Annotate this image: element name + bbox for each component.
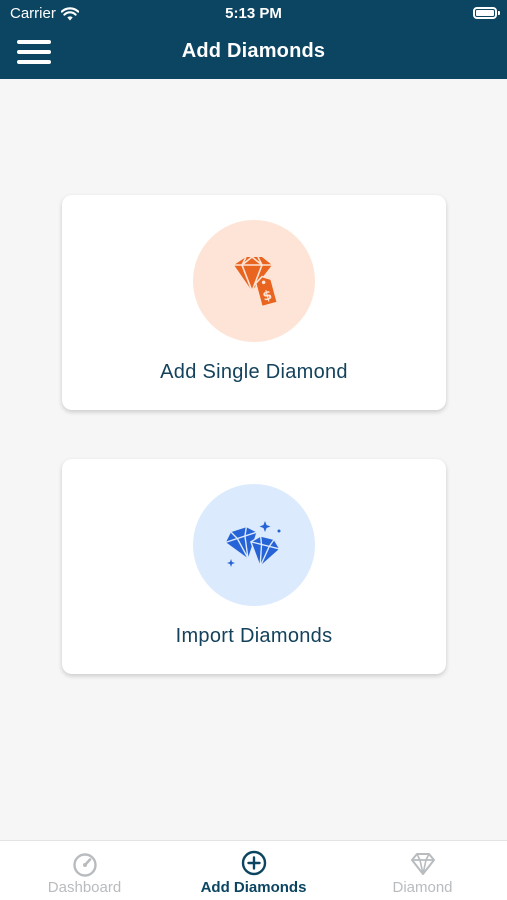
page-title: Add Diamonds xyxy=(181,40,326,62)
import-diamonds-icon-circle xyxy=(193,484,315,606)
tab-dashboard-label: Dashboard xyxy=(47,879,122,896)
tab-diamond[interactable]: Diamond xyxy=(338,841,507,900)
tab-add-diamonds-label: Add Diamonds xyxy=(200,879,307,896)
bottom-tab-bar: Dashboard Add Diamonds Diamond xyxy=(0,840,507,900)
speedometer-icon xyxy=(72,853,97,877)
tab-dashboard[interactable]: Dashboard xyxy=(0,841,169,900)
import-diamonds-label: Import Diamonds xyxy=(175,625,333,647)
status-bar: Carrier 5:13 PM xyxy=(0,0,507,28)
app-screen: Carrier 5:13 PM Add Diamonds $ Add Singl… xyxy=(0,0,507,900)
diamond-outline-icon xyxy=(410,853,435,875)
status-time: 5:13 PM xyxy=(225,5,282,22)
battery-icon xyxy=(473,7,500,19)
tab-add-diamonds[interactable]: Add Diamonds xyxy=(169,841,338,900)
add-single-diamond-label: Add Single Diamond xyxy=(160,361,348,383)
tab-diamond-label: Diamond xyxy=(392,879,453,896)
import-diamonds-card[interactable]: Import Diamonds xyxy=(62,459,446,674)
diamond-price-tag-icon: $ xyxy=(234,255,279,308)
diamonds-sparkle-icon xyxy=(225,521,281,568)
plus-circle-icon xyxy=(241,850,266,876)
top-bar: Carrier 5:13 PM Add Diamonds xyxy=(0,0,507,79)
add-single-diamond-icon-circle: $ xyxy=(193,220,315,342)
add-single-diamond-card[interactable]: $ Add Single Diamond xyxy=(62,195,446,410)
